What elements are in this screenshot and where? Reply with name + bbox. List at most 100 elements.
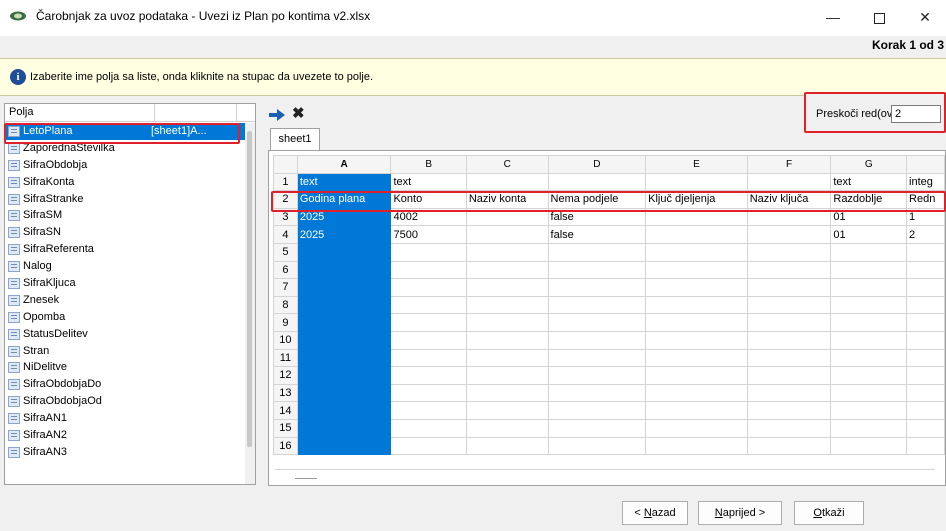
grid-cell[interactable] (296, 260, 392, 280)
row-header[interactable]: 7 (273, 278, 298, 297)
grid-cell[interactable] (547, 260, 647, 280)
grid-cell[interactable] (906, 418, 945, 438)
close-icon[interactable]: ✕ (910, 6, 940, 28)
column-header[interactable]: G (830, 155, 908, 174)
grid-cell[interactable] (830, 348, 908, 368)
field-item-sifraan3[interactable]: SifraAN3 (5, 444, 245, 461)
field-item-sifrakonta[interactable]: SifraKonta (5, 174, 245, 191)
row-header[interactable]: 12 (273, 366, 298, 385)
grid-cell[interactable] (906, 295, 945, 315)
grid-cell[interactable] (906, 242, 945, 262)
scrollbar-thumb[interactable] (247, 131, 252, 447)
grid-cell[interactable] (906, 436, 945, 456)
column-header[interactable]: C (465, 155, 549, 174)
field-item-opomba[interactable]: Opomba (5, 309, 245, 326)
grid-cell[interactable] (906, 366, 945, 385)
grid-cell[interactable] (906, 383, 945, 403)
grid-cell[interactable] (746, 418, 832, 438)
grid-cell[interactable] (296, 295, 392, 315)
grid-cell[interactable] (296, 348, 392, 368)
grid-cell[interactable] (390, 260, 467, 280)
grid-cell[interactable] (906, 313, 945, 332)
grid-cell[interactable] (645, 242, 748, 262)
grid-cell[interactable] (465, 313, 549, 332)
grid-cell[interactable]: false (547, 225, 647, 244)
grid-cell[interactable] (906, 330, 945, 350)
grid-cell[interactable] (746, 313, 832, 332)
column-header[interactable] (906, 155, 945, 174)
field-item-statusdelitev[interactable]: StatusDelitev (5, 326, 245, 343)
column-header[interactable]: B (390, 155, 467, 174)
grid-cell[interactable] (830, 383, 908, 403)
grid-cell[interactable] (746, 330, 832, 350)
grid-cell[interactable] (465, 418, 549, 438)
grid-cell[interactable] (830, 313, 908, 332)
grid-cell[interactable] (746, 278, 832, 297)
grid-cell[interactable] (390, 401, 467, 420)
grid-cell[interactable] (547, 330, 647, 350)
grid-cell[interactable] (390, 436, 467, 456)
grid-cell[interactable] (547, 366, 647, 385)
row-header[interactable]: 8 (273, 295, 298, 315)
grid-cell[interactable] (296, 330, 392, 350)
grid-cell[interactable] (390, 348, 467, 368)
grid-cell[interactable] (547, 401, 647, 420)
fields-column-header[interactable]: Polja (5, 104, 155, 122)
grid-cell[interactable] (746, 401, 832, 420)
column-header[interactable]: F (746, 155, 832, 174)
scrollbar-thumb[interactable] (295, 478, 317, 479)
field-item-sifrareferenta[interactable]: SifraReferenta (5, 241, 245, 258)
grid-cell[interactable] (547, 172, 647, 192)
row-header[interactable]: 16 (273, 436, 298, 456)
arrow-right-icon[interactable] (268, 107, 286, 123)
grid-cell[interactable] (547, 295, 647, 315)
back-button[interactable]: < Nazad (622, 501, 688, 525)
grid-cell[interactable]: text (830, 172, 908, 192)
minimize-icon[interactable]: — (818, 6, 848, 28)
row-header[interactable]: 10 (273, 330, 298, 350)
grid-cell[interactable] (746, 172, 832, 192)
grid-cell[interactable] (547, 278, 647, 297)
fields-list-scrollbar[interactable] (245, 123, 255, 484)
grid-cell[interactable] (465, 260, 549, 280)
grid-cell[interactable] (465, 225, 549, 244)
row-header[interactable]: 11 (273, 348, 298, 368)
grid-cell[interactable] (645, 330, 748, 350)
grid-cell[interactable] (645, 172, 748, 192)
field-item-znesek[interactable]: Znesek (5, 292, 245, 309)
grid-cell[interactable] (390, 278, 467, 297)
grid-cell[interactable] (906, 401, 945, 420)
column-header[interactable]: A (296, 155, 392, 174)
field-item-sifrastranke[interactable]: SifraStranke (5, 191, 245, 208)
grid-cell[interactable] (296, 313, 392, 332)
grid-cell[interactable]: text (390, 172, 467, 192)
grid-cell[interactable] (746, 366, 832, 385)
grid-cell[interactable] (547, 418, 647, 438)
grid-cell[interactable] (645, 260, 748, 280)
grid-cell[interactable] (465, 330, 549, 350)
grid-cell[interactable] (390, 383, 467, 403)
row-header[interactable]: 5 (273, 242, 298, 262)
grid-cell[interactable] (465, 172, 549, 192)
grid-cell[interactable] (465, 278, 549, 297)
grid-cell[interactable] (547, 348, 647, 368)
field-item-nalog[interactable]: Nalog (5, 258, 245, 275)
grid-cell[interactable] (465, 348, 549, 368)
column-header[interactable]: E (645, 155, 748, 174)
grid-cell[interactable] (465, 295, 549, 315)
grid-cell[interactable] (830, 278, 908, 297)
grid-cell[interactable]: integ (906, 172, 945, 192)
row-header[interactable]: 14 (273, 401, 298, 420)
grid-corner[interactable] (273, 155, 298, 174)
field-item-sifrakljuca[interactable]: SifraKljuca (5, 275, 245, 292)
grid-cell[interactable] (296, 383, 392, 403)
grid-cell[interactable] (465, 242, 549, 262)
grid-cell[interactable] (390, 242, 467, 262)
grid-cell[interactable] (465, 401, 549, 420)
grid-cell[interactable] (390, 330, 467, 350)
grid-cell[interactable] (390, 313, 467, 332)
remove-x-icon[interactable]: ✖ (292, 106, 308, 122)
grid-cell[interactable] (645, 295, 748, 315)
grid-cell[interactable] (830, 295, 908, 315)
grid-cell[interactable] (390, 418, 467, 438)
